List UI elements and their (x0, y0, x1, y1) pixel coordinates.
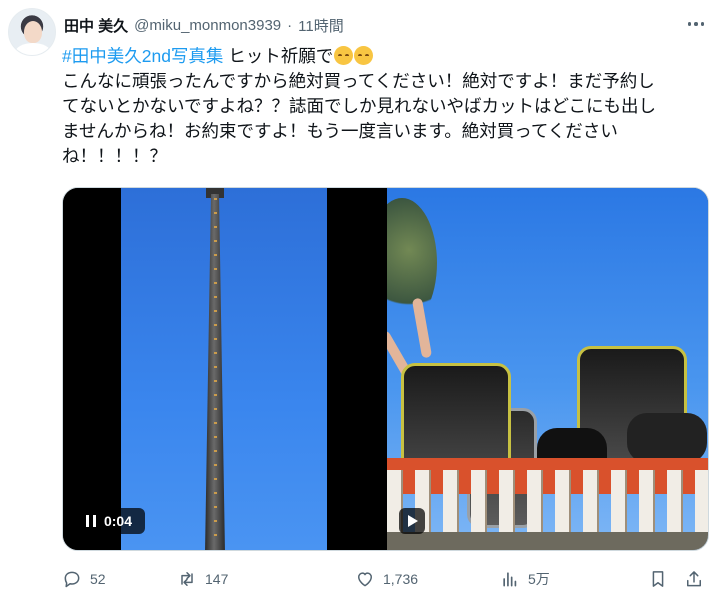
retweet-button[interactable]: 147 (177, 566, 228, 592)
tweet-text-line-5: ね！！！！？ (62, 146, 167, 166)
pensive-face-emoji-icon (334, 46, 354, 65)
retweet-count: 147 (205, 571, 229, 587)
like-count: 1,736 (383, 571, 419, 587)
tower-lights (214, 198, 217, 548)
pause-icon[interactable] (85, 515, 96, 527)
video-1[interactable]: 0:04 (63, 188, 385, 550)
retweet-icon (181, 572, 193, 586)
reply-button[interactable]: 52 (62, 566, 106, 592)
tweet-time[interactable]: 11時間 (298, 15, 344, 36)
author-handle[interactable]: @miku_monmon3939 (134, 17, 281, 34)
tweet: 田中 美久 @miku_monmon3939 · 11時間 #田中美久2nd写真… (0, 0, 722, 600)
heart-icon (358, 572, 372, 587)
tweet-text-line-4-b: い (600, 121, 618, 141)
rider-image (627, 413, 707, 463)
tweet-text-line-1-rest: ヒット祈願で (223, 46, 334, 66)
like-button[interactable]: 1,736 (355, 566, 418, 592)
tweet-text-line-3: てないとかないですよね？？誌面でしか見れないやばカットはどこにも出し (62, 96, 656, 116)
tweet-text-line-4-a: ませんからね！お約束ですよ！もう一度言います。絶対買ってくださ (62, 121, 601, 141)
views-count: 5万 (528, 571, 550, 587)
analytics-icon (503, 572, 517, 587)
video-1-time: 0:04 (103, 513, 133, 529)
tweet-text-line-2: こんなに頑張ったんですから絶対買ってください！絶対ですよ！まだ予約し (62, 71, 655, 91)
video-1-control[interactable]: 0:04 (73, 508, 145, 534)
action-bar: 52 147 1,736 5万 (62, 566, 712, 592)
play-icon[interactable] (408, 515, 418, 527)
avatar[interactable] (8, 8, 56, 56)
bookmark-icon (652, 571, 664, 587)
reply-icon (64, 571, 80, 588)
tweet-text-line-4: ませんからね！お約束ですよ！もう一度言います。絶対買ってください (62, 119, 702, 144)
pensive-face-emoji-icon (354, 46, 374, 65)
share-icon (687, 571, 701, 587)
tweet-text-line-1: #田中美久2nd写真集 ヒット祈願で (62, 44, 702, 69)
media-grid: 0:04 (62, 187, 709, 551)
tweet-text: #田中美久2nd写真集 ヒット祈願で こんなに頑張ったんですから絶対買ってくださ… (62, 44, 702, 169)
tweet-header: 田中 美久 @miku_monmon3939 · 11時間 (64, 14, 344, 36)
reply-count: 52 (90, 571, 106, 587)
drop-tower-image (197, 188, 233, 550)
fence-base-image (387, 532, 708, 550)
share-button[interactable] (684, 566, 704, 592)
avatar-body (15, 43, 51, 55)
author-name[interactable]: 田中 美久 (64, 15, 128, 36)
more-options-icon[interactable] (684, 14, 708, 34)
separator-dot: · (287, 16, 293, 34)
views-button[interactable]: 5万 (500, 566, 550, 592)
bookmark-button[interactable] (648, 566, 668, 592)
video-2[interactable] (387, 188, 708, 550)
avatar-face (24, 21, 42, 43)
video-2-control[interactable] (399, 508, 425, 534)
hashtag-link[interactable]: #田中美久2nd写真集 (62, 46, 223, 66)
